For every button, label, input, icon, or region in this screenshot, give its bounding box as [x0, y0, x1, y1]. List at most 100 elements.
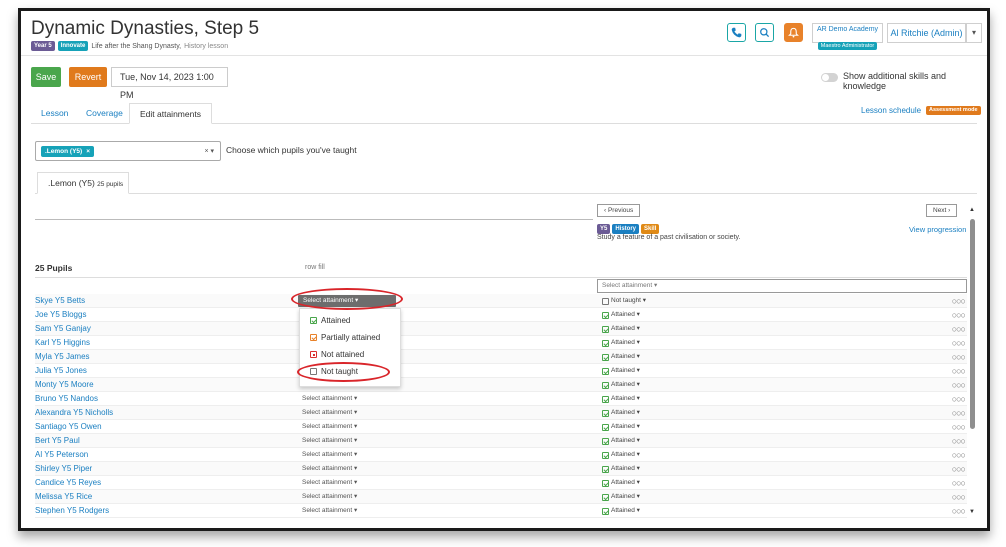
attainment-select[interactable]: Select attainment ▾: [302, 420, 357, 434]
attainment-select[interactable]: Select attainment ▾: [302, 462, 357, 476]
pupil-name-link[interactable]: Bruno Y5 Nandos: [35, 392, 98, 406]
pupil-name-link[interactable]: Myla Y5 James: [35, 350, 90, 364]
scroll-up-icon[interactable]: ▲: [969, 207, 975, 213]
rating-circles-icon[interactable]: ○○○: [952, 378, 966, 392]
rating-circles-icon[interactable]: ○○○: [952, 462, 966, 476]
pupil-name-link[interactable]: Al Y5 Peterson: [35, 448, 88, 462]
chip-remove-icon[interactable]: ×: [86, 148, 90, 155]
tab-lesson[interactable]: Lesson: [41, 103, 68, 124]
pupil-group-select[interactable]: .Lemon (Y5) × × ▾: [35, 141, 221, 161]
attainment-select[interactable]: Select attainment ▾: [302, 434, 357, 448]
pupil-name-link[interactable]: Karl Y5 Higgins: [35, 336, 90, 350]
attainment-status[interactable]: Attained ▾: [602, 462, 640, 476]
rating-circles-icon[interactable]: ○○○: [952, 476, 966, 490]
attainment-select[interactable]: Select attainment ▾: [302, 448, 357, 462]
attainment-select[interactable]: Select attainment ▾: [302, 392, 357, 406]
attainment-status-label: Attained ▾: [611, 325, 640, 332]
additional-skills-toggle[interactable]: [821, 73, 838, 82]
rating-circles-icon[interactable]: ○○○: [952, 504, 966, 518]
attainment-status[interactable]: Attained ▾: [602, 490, 640, 504]
pupil-name-link[interactable]: Julia Y5 Jones: [35, 364, 87, 378]
attainment-status[interactable]: Attained ▾: [602, 350, 640, 364]
attainment-status[interactable]: Attained ▾: [602, 504, 640, 518]
pupil-name-link[interactable]: Skye Y5 Betts: [35, 294, 85, 308]
pupil-name-link[interactable]: Sam Y5 Ganjay: [35, 322, 91, 336]
grid-separator: [35, 277, 967, 278]
rating-circles-icon[interactable]: ○○○: [952, 336, 966, 350]
phone-button[interactable]: [727, 23, 746, 42]
user-menu-caret[interactable]: ▾: [966, 23, 982, 43]
attainment-select-open[interactable]: Select attainment ▾: [298, 295, 396, 307]
table-row: Santiago Y5 Owen Select attainment ▾ Att…: [35, 420, 967, 434]
organisation-name: AR Demo Academy: [816, 26, 879, 33]
rating-circles-icon[interactable]: ○○○: [952, 308, 966, 322]
attainment-status[interactable]: Attained ▾: [602, 308, 640, 322]
menu-item-partially-attained[interactable]: Partially attained: [300, 329, 400, 346]
next-button[interactable]: Next ›: [926, 204, 958, 217]
rating-circles-icon[interactable]: ○○○: [952, 364, 966, 378]
rating-circles-icon[interactable]: ○○○: [952, 350, 966, 364]
class-tab-lemon[interactable]: .Lemon (Y5) 25 pupils: [37, 172, 129, 194]
notifications-button[interactable]: [784, 23, 803, 42]
checkbox-icon: [310, 368, 317, 375]
search-button[interactable]: [755, 23, 774, 42]
user-menu-button[interactable]: Al Ritchie (Admin): [887, 23, 966, 43]
pupil-name-link[interactable]: Monty Y5 Moore: [35, 378, 94, 392]
attainment-status[interactable]: Attained ▾: [602, 392, 640, 406]
attainment-status[interactable]: Attained ▾: [602, 378, 640, 392]
pupil-name-link[interactable]: Alexandra Y5 Nicholls: [35, 406, 113, 420]
rating-circles-icon[interactable]: ○○○: [952, 420, 966, 434]
attainment-status[interactable]: Attained ▾: [602, 434, 640, 448]
attainment-status[interactable]: Attained ▾: [602, 448, 640, 462]
pupil-name-link[interactable]: Shirley Y5 Piper: [35, 462, 92, 476]
tab-coverage[interactable]: Coverage: [86, 103, 123, 124]
search-icon: [760, 28, 770, 38]
vertical-scrollbar[interactable]: ▲ ▼: [969, 207, 977, 517]
attainment-select[interactable]: Select attainment ▾: [302, 504, 357, 518]
rating-circles-icon[interactable]: ○○○: [952, 406, 966, 420]
attainment-status[interactable]: Attained ▾: [602, 322, 640, 336]
lesson-schedule-link[interactable]: Lesson schedule: [861, 106, 921, 115]
additional-skills-label: Show additional skills and knowledge: [843, 71, 947, 91]
menu-item-label: Not taught: [321, 367, 358, 376]
rating-circles-icon[interactable]: ○○○: [952, 322, 966, 336]
scroll-down-icon[interactable]: ▼: [969, 509, 975, 515]
attainment-status[interactable]: Attained ▾: [602, 336, 640, 350]
lesson-date-field[interactable]: Tue, Nov 14, 2023 1:00 PM: [111, 67, 228, 100]
column-fill-select[interactable]: Select attainment ▾: [597, 279, 967, 293]
attainment-status[interactable]: Attained ▾: [602, 420, 640, 434]
pupil-name-link[interactable]: Melissa Y5 Rice: [35, 490, 92, 504]
attainment-select[interactable]: Select attainment ▾: [302, 490, 357, 504]
clear-icon[interactable]: ×: [204, 148, 208, 155]
attainment-status[interactable]: Attained ▾: [602, 476, 640, 490]
pupil-name-link[interactable]: Joe Y5 Bloggs: [35, 308, 86, 322]
menu-item-not-attained[interactable]: Not attained: [300, 346, 400, 363]
menu-item-attained[interactable]: Attained: [300, 312, 400, 329]
scrollbar-thumb[interactable]: [970, 219, 975, 429]
organisation-switcher[interactable]: AR Demo Academy Maestro Administrator: [812, 23, 883, 50]
attainment-select[interactable]: Select attainment ▾: [302, 406, 357, 420]
bell-icon: [788, 27, 799, 38]
rating-circles-icon[interactable]: ○○○: [952, 490, 966, 504]
revert-button[interactable]: Revert: [69, 67, 107, 87]
save-button[interactable]: Save: [31, 67, 61, 87]
previous-button[interactable]: ‹ Previous: [597, 204, 641, 217]
rating-circles-icon[interactable]: ○○○: [952, 392, 966, 406]
attainment-status[interactable]: Attained ▾: [602, 364, 640, 378]
view-progression-link[interactable]: View progression: [909, 225, 966, 234]
pupil-name-link[interactable]: Candice Y5 Reyes: [35, 476, 101, 490]
attainment-status[interactable]: Not taught ▾: [602, 294, 646, 308]
checkbox-checked-icon: [602, 325, 609, 333]
select-controls[interactable]: × ▾: [204, 147, 214, 155]
rating-circles-icon[interactable]: ○○○: [952, 294, 966, 308]
menu-item-not-taught[interactable]: Not taught: [300, 363, 400, 380]
checkbox-checked-icon: [602, 395, 609, 403]
attainment-status[interactable]: Attained ▾: [602, 406, 640, 420]
attainment-select[interactable]: Select attainment ▾: [302, 476, 357, 490]
tab-edit-attainments[interactable]: Edit attainments: [129, 103, 212, 124]
rating-circles-icon[interactable]: ○○○: [952, 448, 966, 462]
pupil-name-link[interactable]: Stephen Y5 Rodgers: [35, 504, 109, 518]
pupil-name-link[interactable]: Bert Y5 Paul: [35, 434, 80, 448]
rating-circles-icon[interactable]: ○○○: [952, 434, 966, 448]
pupil-name-link[interactable]: Santiago Y5 Owen: [35, 420, 102, 434]
